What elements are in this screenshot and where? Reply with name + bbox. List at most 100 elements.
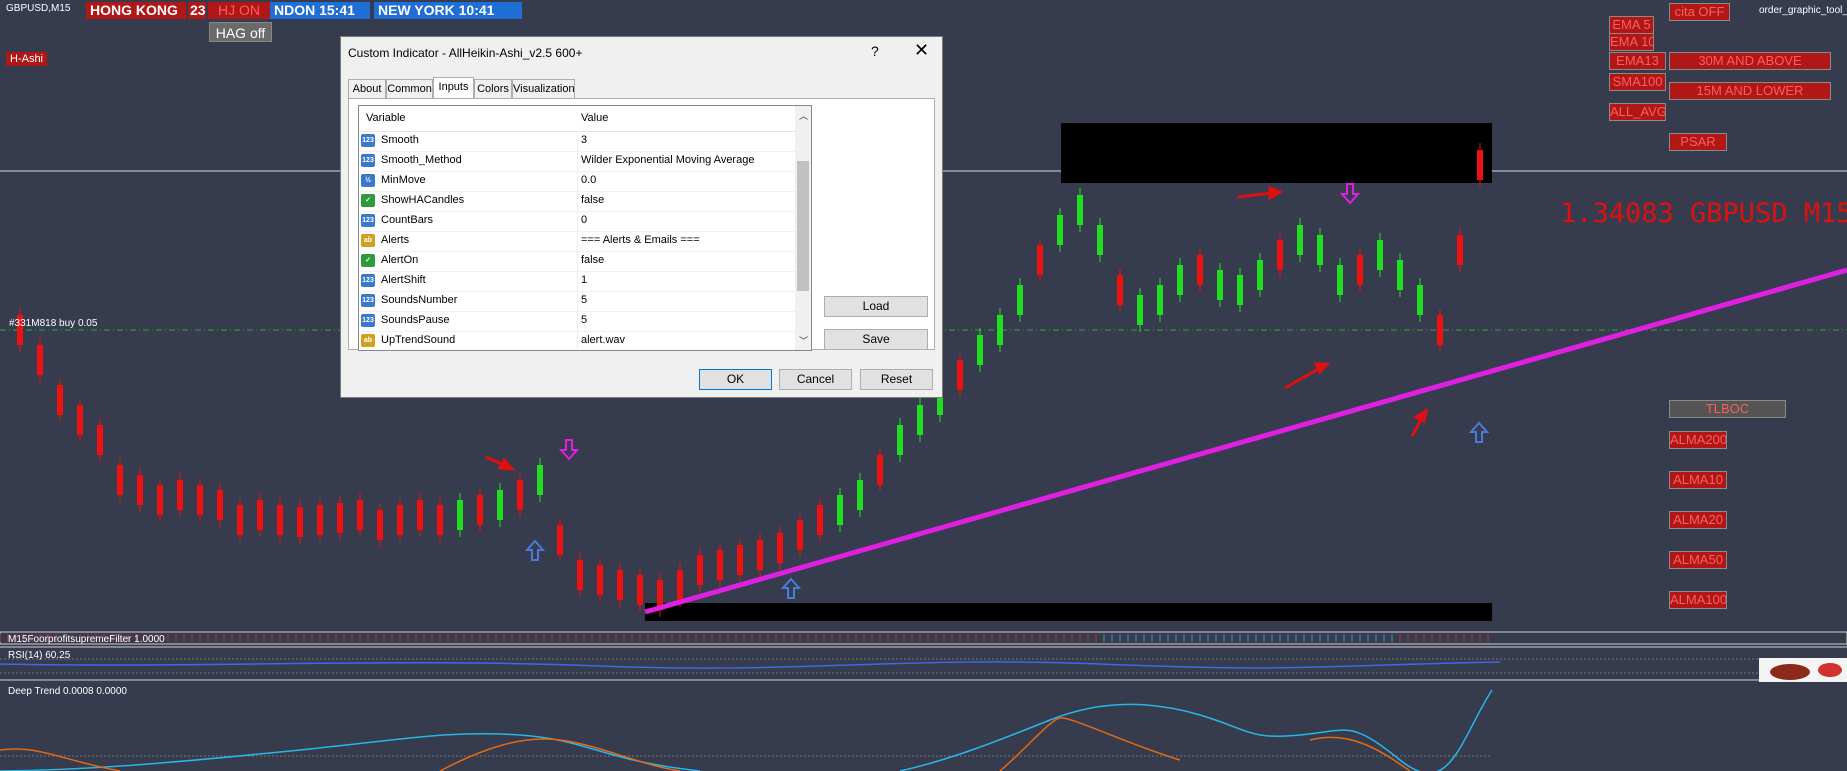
tab-inputs[interactable]: Inputs [433, 77, 474, 99]
param-name: Alerts [381, 234, 410, 246]
candle-body [1317, 235, 1323, 265]
clock-hongkong-time: 23 [188, 2, 206, 19]
param-value[interactable]: Wilder Exponential Moving Average [581, 154, 754, 166]
candle-body [257, 500, 263, 530]
all-avg-button[interactable]: ALL_AVG [1609, 103, 1666, 121]
param-value[interactable]: 0 [581, 214, 587, 226]
close-icon[interactable]: ✕ [914, 40, 929, 61]
alma20-button[interactable]: ALMA20 [1669, 511, 1727, 529]
deep-trend-orange [0, 717, 1411, 771]
hag-toggle-button[interactable]: HAG off [209, 22, 272, 42]
dialog-title: Custom Indicator - AllHeikin-Ashi_v2.5 6… [348, 46, 583, 60]
save-button[interactable]: Save [824, 329, 928, 350]
position-label: #331M818 buy 0.05 [9, 318, 98, 329]
param-name: AlertOn [381, 254, 419, 266]
inputs-grid[interactable]: Variable Value 123 Smooth 3 123 Smooth_Metho… [358, 105, 812, 351]
ema13-button[interactable]: EMA13 [1609, 52, 1666, 70]
rsi-line [0, 661, 1501, 669]
alma100-button[interactable]: ALMA100 [1669, 591, 1727, 609]
input-row[interactable]: ✓ ShowHACandles false [359, 191, 795, 212]
candle-body [1437, 315, 1443, 345]
input-row[interactable]: 123 AlertShift 1 [359, 271, 795, 292]
param-value[interactable]: alert.wav [581, 334, 625, 346]
param-type-icon: 123 [361, 314, 375, 327]
alma50-button[interactable]: ALMA50 [1669, 551, 1727, 569]
candle-body [117, 465, 123, 495]
tab-common[interactable]: Common [386, 79, 433, 98]
candle-body [637, 575, 643, 605]
candle-body [357, 500, 363, 530]
input-row[interactable]: 123 SoundsNumber 5 [359, 291, 795, 312]
input-row[interactable]: 123 CountBars 0 [359, 211, 795, 232]
load-button[interactable]: Load [824, 296, 928, 317]
reset-button[interactable]: Reset [860, 369, 933, 390]
tlboc-button[interactable]: TLBOC [1669, 400, 1786, 418]
input-row[interactable]: 123 SoundsPause 5 [359, 311, 795, 332]
param-type-icon: 123 [361, 214, 375, 227]
custom-indicator-dialog: Custom Indicator - AllHeikin-Ashi_v2.5 6… [340, 36, 943, 398]
candle-body [577, 560, 583, 590]
clock-london: NDON 15:41 [270, 2, 370, 19]
hj-toggle-button[interactable]: HJ ON [208, 2, 270, 19]
30m-above-button[interactable]: 30M AND ABOVE [1669, 52, 1831, 70]
candle-body [1037, 245, 1043, 275]
input-row[interactable]: ab UpTrendSound alert.wav [359, 331, 795, 350]
candle-body [497, 490, 503, 520]
candle-body [737, 545, 743, 575]
15m-lower-button[interactable]: 15M AND LOWER [1669, 82, 1831, 100]
ok-button[interactable]: OK [699, 369, 772, 390]
supply-zone [1061, 123, 1492, 183]
param-value[interactable]: 5 [581, 294, 587, 306]
param-value[interactable]: 1 [581, 274, 587, 286]
param-value[interactable]: 0.0 [581, 174, 596, 186]
ema10-button[interactable]: EMA 10 [1609, 33, 1654, 51]
scroll-up-icon[interactable]: ︿ [799, 109, 808, 122]
up-arrow-icon [1468, 421, 1490, 443]
input-row[interactable]: ½ MinMove 0.0 [359, 171, 795, 192]
symbol-label: GBPUSD,M15 [6, 3, 71, 14]
input-row[interactable]: ab Alerts === Alerts & Emails === [359, 231, 795, 252]
alma10-button[interactable]: ALMA10 [1669, 471, 1727, 489]
cancel-button[interactable]: Cancel [779, 369, 852, 390]
param-name: MinMove [381, 174, 426, 186]
param-name: Smooth_Method [381, 154, 462, 166]
candle-body [1217, 270, 1223, 300]
scroll-down-icon[interactable]: ﹀ [799, 334, 808, 347]
scroll-thumb[interactable] [797, 161, 809, 291]
candle-body [917, 405, 923, 435]
input-row[interactable]: 123 Smooth_Method Wilder Exponential Movin… [359, 151, 795, 172]
candle-body [157, 485, 163, 515]
psar-button[interactable]: PSAR [1669, 133, 1727, 151]
candle-body [817, 505, 823, 535]
candle-body [37, 345, 43, 375]
tab-visualization[interactable]: Visualization [512, 79, 575, 98]
param-value[interactable]: false [581, 194, 604, 206]
param-name: Smooth [381, 134, 419, 146]
param-value[interactable]: 5 [581, 314, 587, 326]
ema5-button[interactable]: EMA 5 [1609, 16, 1654, 34]
cita-button[interactable]: cita OFF [1669, 3, 1730, 21]
candle-body [1357, 255, 1363, 285]
param-value[interactable]: 3 [581, 134, 587, 146]
param-value[interactable]: false [581, 254, 604, 266]
tab-colors[interactable]: Colors [474, 79, 512, 98]
alma200-button[interactable]: ALMA200 [1669, 431, 1727, 449]
grid-scrollbar[interactable]: ︿ ﹀ [795, 106, 811, 350]
up-arrow-icon [780, 577, 802, 599]
help-button[interactable]: ? [871, 43, 879, 59]
tab-about[interactable]: About [348, 79, 386, 98]
sma100-button[interactable]: SMA100 [1609, 73, 1666, 91]
hashi-label[interactable]: H-Ashi [6, 52, 48, 66]
candle-body [857, 480, 863, 510]
candle-body [1137, 295, 1143, 325]
param-type-icon: 123 [361, 294, 375, 307]
input-row[interactable]: 123 Smooth 3 [359, 131, 795, 152]
input-row[interactable]: ✓ AlertOn false [359, 251, 795, 272]
rsi-indicator-label: RSI(14) 60.25 [8, 650, 71, 661]
candle-body [837, 495, 843, 525]
param-value[interactable]: === Alerts & Emails === [581, 234, 700, 246]
candle-body [597, 565, 603, 595]
candle-body [617, 570, 623, 600]
candle-body [517, 480, 523, 510]
candle-body [757, 540, 763, 570]
